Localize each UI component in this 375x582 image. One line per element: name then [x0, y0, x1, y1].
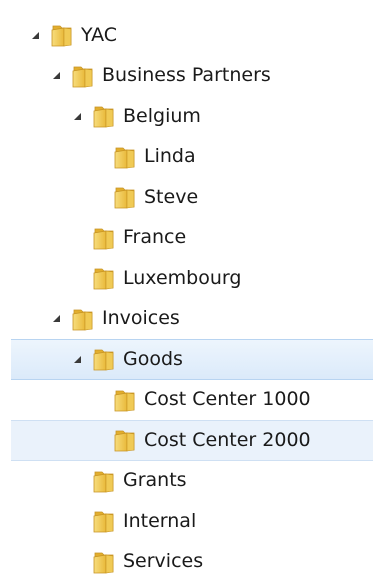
folder-icon	[93, 340, 115, 379]
tree-item-label: Cost Center 2000	[144, 421, 311, 460]
tree-item-label: Luxembourg	[123, 258, 241, 299]
tree-item-steve[interactable]: Steve	[0, 177, 375, 218]
tree-item-label: Steve	[144, 177, 198, 218]
tree-item-label: YAC	[81, 15, 117, 56]
folder-icon	[114, 421, 136, 460]
tree-item-linda[interactable]: Linda	[0, 137, 375, 178]
tree-item-label: Belgium	[123, 96, 201, 137]
folder-icon	[93, 258, 115, 299]
tree-item-invoices[interactable]: Invoices	[0, 299, 375, 340]
expanded-arrow-icon[interactable]	[31, 15, 40, 56]
folder-icon	[51, 15, 73, 56]
tree-item-cost-center-2000[interactable]: Cost Center 2000	[11, 420, 373, 461]
folder-icon	[93, 501, 115, 542]
folder-icon	[114, 177, 136, 218]
tree-item-goods[interactable]: Goods	[11, 339, 373, 380]
tree-item-label: Internal	[123, 501, 196, 542]
tree-item-belgium[interactable]: Belgium	[0, 96, 375, 137]
tree-item-label: Cost Center 1000	[144, 380, 311, 421]
tree-item-business-partners[interactable]: Business Partners	[0, 56, 375, 97]
folder-icon	[114, 137, 136, 178]
expanded-arrow-icon[interactable]	[73, 340, 82, 379]
tree-item-label: Linda	[144, 137, 196, 178]
folder-icon	[93, 96, 115, 137]
tree-item-grants[interactable]: Grants	[0, 461, 375, 502]
folder-icon	[114, 380, 136, 421]
folder-tree: YACBusiness PartnersBelgiumLindaSteveFra…	[0, 15, 375, 582]
tree-item-france[interactable]: France	[0, 218, 375, 259]
tree-item-luxembourg[interactable]: Luxembourg	[0, 258, 375, 299]
tree-item-label: Invoices	[102, 299, 180, 340]
folder-icon	[93, 461, 115, 502]
tree-item-label: Goods	[123, 340, 183, 379]
expanded-arrow-icon[interactable]	[52, 56, 61, 97]
expanded-arrow-icon[interactable]	[73, 96, 82, 137]
tree-item-yac[interactable]: YAC	[0, 15, 375, 56]
tree-item-services[interactable]: Services	[0, 542, 375, 582]
tree-item-label: Business Partners	[102, 56, 271, 97]
tree-item-internal[interactable]: Internal	[0, 501, 375, 542]
folder-icon	[72, 299, 94, 340]
tree-item-label: France	[123, 218, 186, 259]
tree-item-label: Grants	[123, 461, 187, 502]
folder-icon	[72, 56, 94, 97]
tree-item-cost-center-1000[interactable]: Cost Center 1000	[0, 380, 375, 421]
folder-icon	[93, 542, 115, 582]
folder-icon	[93, 218, 115, 259]
expanded-arrow-icon[interactable]	[52, 299, 61, 340]
tree-item-label: Services	[123, 542, 203, 582]
